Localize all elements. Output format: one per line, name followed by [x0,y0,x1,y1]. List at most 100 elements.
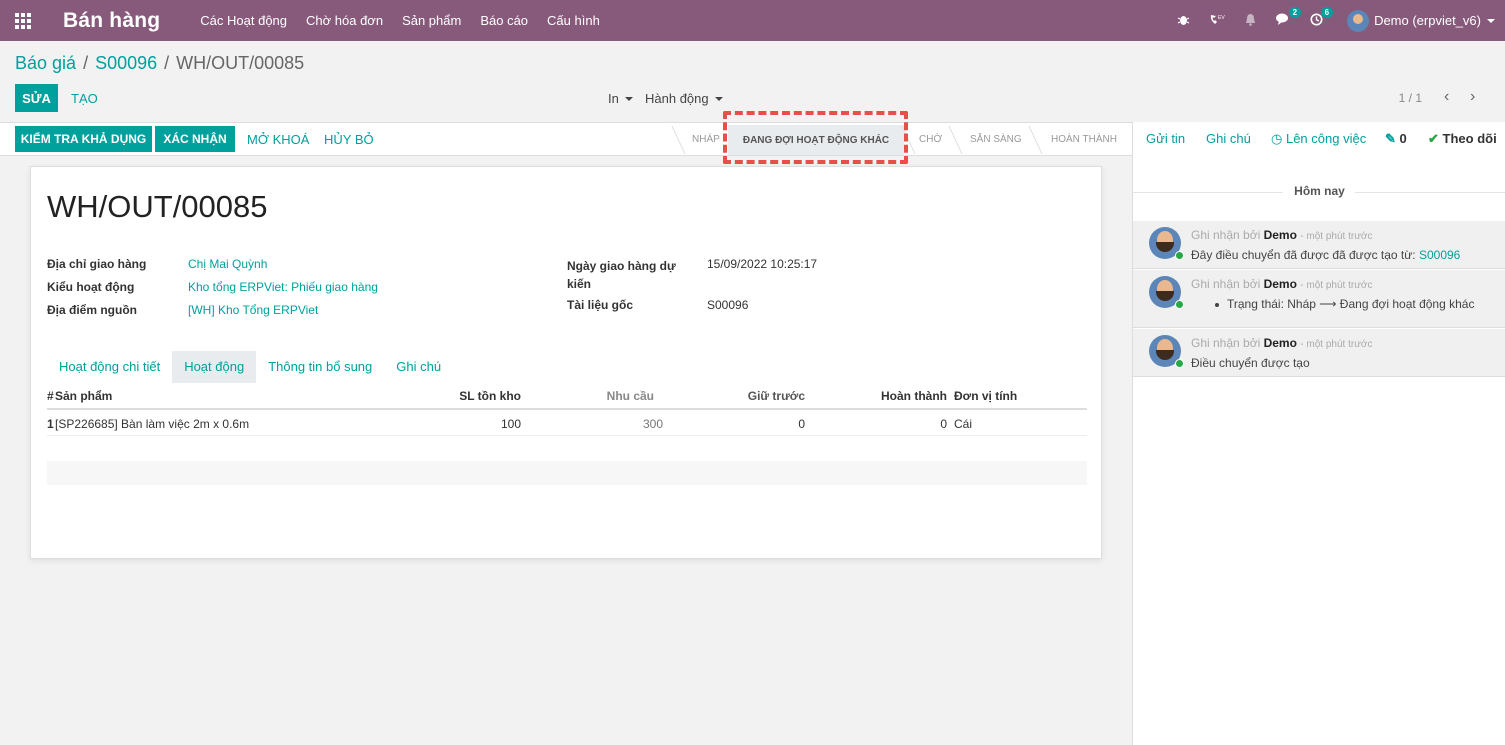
online-status-icon [1175,300,1184,309]
source-document-label: Tài liệu gốc [567,298,634,312]
message-header: Ghi nhận bởi Demo - một phút trước [1191,336,1372,350]
column-index[interactable]: # [47,389,54,403]
tab-note[interactable]: Ghi chú [384,351,453,383]
row-demand: 300 [642,417,663,431]
message-prefix: Ghi nhận bởi [1191,277,1261,291]
status-waiting: CHỜ [919,134,943,145]
bug-icon[interactable] [1177,13,1190,29]
scheduled-date-value: 15/09/2022 10:25:17 [707,257,818,271]
action-dropdown[interactable]: Hành động [645,91,723,106]
message-prefix: Ghi nhận bởi [1191,228,1261,242]
bullet-icon [1215,302,1219,307]
activities-icon[interactable]: 6 [1310,6,1334,29]
breadcrumb-sale-order[interactable]: S00096 [95,53,157,74]
column-uom[interactable]: Đơn vị tính [954,389,1017,403]
status-done: HOÀN THÀNH [1051,134,1117,145]
column-done[interactable]: Hoàn thành [881,389,947,403]
phone-icon[interactable]: EV [1209,13,1225,29]
message-prefix: Ghi nhận bởi [1191,336,1261,350]
scheduled-date-label: Ngày giao hàng dự kiến [567,259,676,291]
message-author[interactable]: Demo [1264,277,1297,291]
app-name[interactable]: Bán hàng [63,9,160,33]
confirm-button[interactable]: XÁC NHẬN [155,126,235,152]
schedule-activity-label: Lên công việc [1285,131,1367,146]
caret-down-icon [624,96,633,101]
row-product: [SP226685] Bàn làm việc 2m x 0.6m [55,417,250,431]
source-location-link[interactable]: [WH] Kho Tổng ERPViet [188,303,318,317]
schedule-activity-button[interactable]: ◷ Lên công việc [1271,131,1366,147]
breadcrumb-current: WH/OUT/00085 [176,53,305,73]
main-menu: Các Hoạt động Chờ hóa đơn Sản phẩm Báo c… [200,13,619,28]
user-avatar [1347,9,1370,32]
message-author[interactable]: Demo [1264,228,1297,242]
column-on-hand[interactable]: SL tồn kho [459,389,521,403]
row-uom: Cái [954,417,973,431]
message-source-link[interactable]: S00096 [1419,248,1460,262]
tab-operations[interactable]: Hoạt động [172,351,257,383]
menu-item-products[interactable]: Sản phẩm [402,13,461,28]
row-on-hand: 100 [500,417,521,431]
messages-icon[interactable]: 2 [1276,6,1302,29]
table-row[interactable]: 1 [SP226685] Bàn làm việc 2m x 0.6m 100 … [47,412,1087,436]
date-separator: Hôm nay [1294,184,1345,198]
delivery-address-label: Địa chỉ giao hàng [47,257,147,271]
pager-next-icon[interactable]: › [1470,88,1475,106]
message-time: - một phút trước [1300,280,1373,291]
message-body: Trạng thái: Nháp ⟶ Đang đợi hoạt động kh… [1215,297,1474,311]
status-divider [1028,126,1043,154]
message-time: - một phút trước [1300,339,1373,350]
pager-value[interactable]: 1 / 1 [1399,91,1422,105]
tab-additional-info[interactable]: Thông tin bổ sung [256,351,384,383]
top-navbar: Bán hàng Các Hoạt động Chờ hóa đơn Sản p… [0,0,1505,41]
print-dropdown[interactable]: In [608,91,633,106]
message-body: Điều chuyển được tạo [1191,356,1310,370]
highlight-annotation-box [723,111,908,164]
apps-menu-icon[interactable] [0,0,46,41]
empty-row [47,437,1087,461]
messages-badge: 2 [1288,6,1302,18]
chatter-message: Ghi nhận bởi Demo - một phút trước Đây đ… [1133,221,1505,269]
row-index: 1 [47,417,54,431]
breadcrumb-quotations[interactable]: Báo giá [15,53,76,74]
chatter-message: Ghi nhận bởi Demo - một phút trước Trạng… [1133,270,1505,328]
operation-type-label: Kiểu hoạt động [47,280,135,294]
message-text: Đây điều chuyển đã được đã được tạo từ: [1191,248,1416,262]
activities-badge: 6 [1320,6,1334,18]
delivery-address-link[interactable]: Chị Mai Quỳnh [188,257,267,271]
message-body: Đây điều chuyển đã được đã được tạo từ: … [1191,248,1460,262]
message-text: Trạng thái: Nháp ⟶ Đang đợi hoạt động kh… [1227,297,1475,311]
message-author[interactable]: Demo [1264,336,1297,350]
tab-detailed-operations[interactable]: Hoạt động chi tiết [47,351,172,383]
clock-icon: ◷ [1271,131,1283,146]
unlock-button[interactable]: MỞ KHOÁ [247,132,309,147]
operation-type-link[interactable]: Kho tổng ERPViet: Phiếu giao hàng [188,280,378,294]
follow-button[interactable]: ✔ Theo dõi [1428,131,1497,147]
breadcrumb: Báo giá / S00096 / WH/OUT/00085 [15,53,304,74]
breadcrumb-separator: / [83,53,89,73]
message-time: - một phút trước [1300,231,1373,242]
column-demand[interactable]: Nhu cầu [607,389,654,403]
menu-item-operations[interactable]: Các Hoạt động [200,13,287,28]
pager-previous-icon[interactable]: ‹ [1444,88,1449,106]
column-reserved[interactable]: Giữ trước [748,389,805,403]
attachments-button[interactable]: ✎ 0 [1385,131,1407,147]
send-message-button[interactable]: Gửi tin [1146,131,1185,146]
chatter-panel: Gửi tin Ghi chú ◷ Lên công việc ✎ 0 ✔ Th… [1132,122,1505,745]
cancel-button[interactable]: HỦY BỎ [324,132,374,147]
check-availability-button[interactable]: KIỂM TRA KHẢ DỤNG [15,126,152,152]
breadcrumb-separator: / [164,53,170,73]
edit-button[interactable]: SỬA [15,84,58,112]
column-product[interactable]: Sản phẩm [55,389,112,403]
log-note-button[interactable]: Ghi chú [1206,131,1251,146]
create-button[interactable]: TẠO [71,91,98,106]
form-statusbar: KIỂM TRA KHẢ DỤNG XÁC NHẬN MỞ KHOÁ HỦY B… [0,122,1132,156]
menu-item-configuration[interactable]: Cấu hình [547,13,600,28]
svg-text:EV: EV [1218,15,1225,21]
form-sheet: WH/OUT/00085 Địa chỉ giao hàng Chị Mai Q… [30,166,1102,559]
bell-icon[interactable] [1244,13,1257,29]
message-text: Điều chuyển được tạo [1191,356,1310,370]
user-menu[interactable]: Demo (erpviet_v6) [1347,9,1495,32]
menu-item-to-invoice[interactable]: Chờ hóa đơn [306,13,383,28]
row-done: 0 [940,417,947,431]
menu-item-reporting[interactable]: Báo cáo [480,13,528,28]
